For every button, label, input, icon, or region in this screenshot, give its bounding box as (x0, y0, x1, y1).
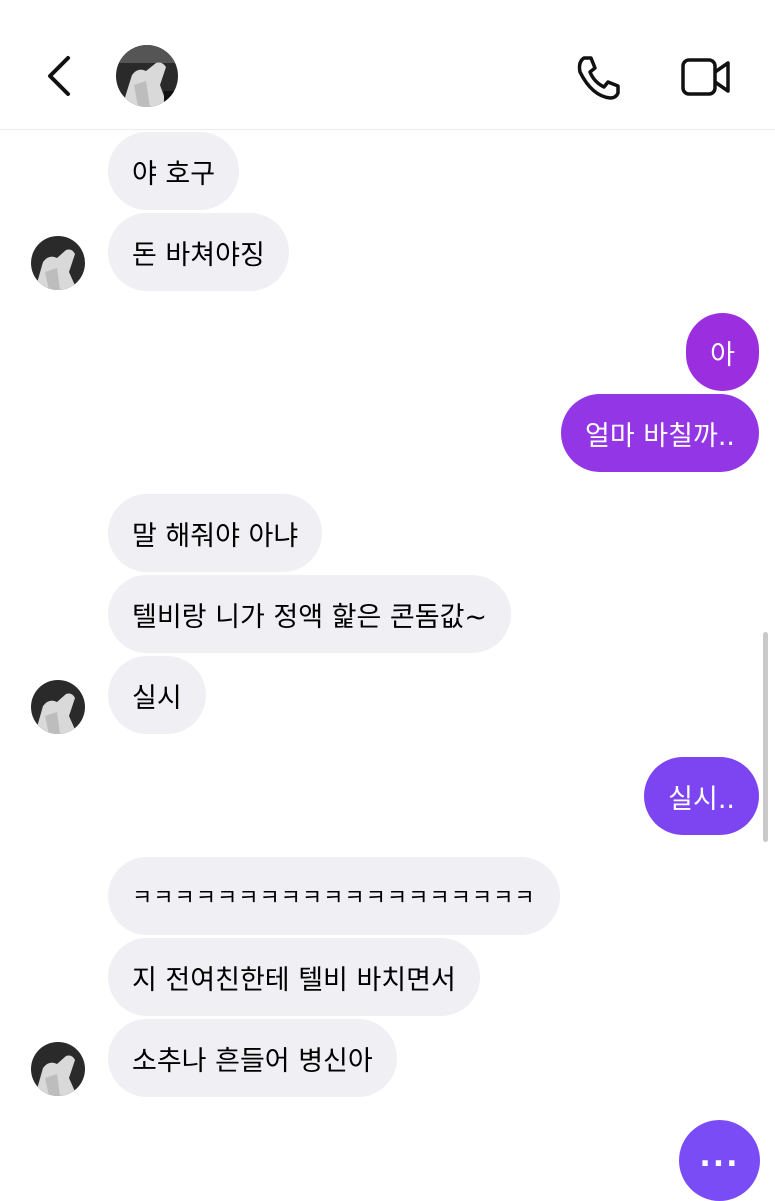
message-incoming[interactable]: 돈 바쳐야징 (108, 213, 289, 291)
message-text: 돈 바쳐야징 (132, 239, 265, 271)
message-text: 얼마 바칠까.. (585, 420, 735, 452)
avatar-photo (116, 45, 178, 107)
message-incoming[interactable]: ㅋㅋㅋㅋㅋㅋㅋㅋㅋㅋㅋㅋㅋㅋㅋㅋㅋㅋㅋ (108, 857, 560, 935)
message-text: 소추나 흔들어 병신아 (132, 1045, 373, 1077)
sender-avatar[interactable] (31, 680, 85, 734)
phone-icon (577, 56, 620, 100)
message-incoming[interactable]: 야 호구 (108, 132, 240, 210)
avatar-photo (31, 1042, 85, 1096)
scrollbar[interactable] (763, 632, 768, 842)
message-outgoing[interactable]: 아 (686, 313, 759, 391)
video-camera-icon (681, 58, 730, 96)
message-incoming[interactable]: 실시 (108, 656, 206, 734)
message-incoming[interactable]: 지 전여친한테 텔비 바치면서 (108, 938, 480, 1016)
message-incoming[interactable]: 텔비랑 니가 정액 핥은 콘돔값~ (108, 575, 512, 653)
message-outgoing[interactable]: 얼마 바칠까.. (561, 394, 759, 472)
message-incoming[interactable]: 소추나 흔들어 병신아 (108, 1019, 397, 1097)
message-text: 말 해줘야 아냐 (132, 520, 299, 552)
message-text: 지 전여친한테 텔비 바치면서 (132, 964, 456, 996)
typing-indicator-text: ... (699, 1139, 740, 1174)
message-incoming[interactable]: 말 해줘야 아냐 (108, 494, 323, 572)
message-text: 텔비랑 니가 정액 핥은 콘돔값~ (132, 601, 488, 633)
contact-avatar[interactable] (116, 45, 178, 107)
message-text: 야 호구 (132, 158, 216, 190)
message-text: 실시 (132, 682, 182, 714)
avatar-photo (31, 680, 85, 734)
message-text: 아 (710, 339, 735, 371)
message-outgoing[interactable]: 실시.. (644, 757, 759, 835)
voice-call-button[interactable] (572, 52, 624, 104)
message-text: ㅋㅋㅋㅋㅋㅋㅋㅋㅋㅋㅋㅋㅋㅋㅋㅋㅋㅋㅋ (132, 886, 536, 911)
sender-avatar[interactable] (31, 1042, 85, 1096)
typing-indicator-button[interactable]: ... (679, 1120, 760, 1201)
sender-avatar[interactable] (31, 236, 85, 290)
avatar-photo (31, 236, 85, 290)
back-button[interactable] (40, 52, 80, 100)
message-text: 실시.. (668, 783, 735, 815)
video-call-button[interactable] (680, 54, 732, 100)
chat-header (0, 0, 775, 130)
chevron-left-icon (48, 56, 70, 96)
